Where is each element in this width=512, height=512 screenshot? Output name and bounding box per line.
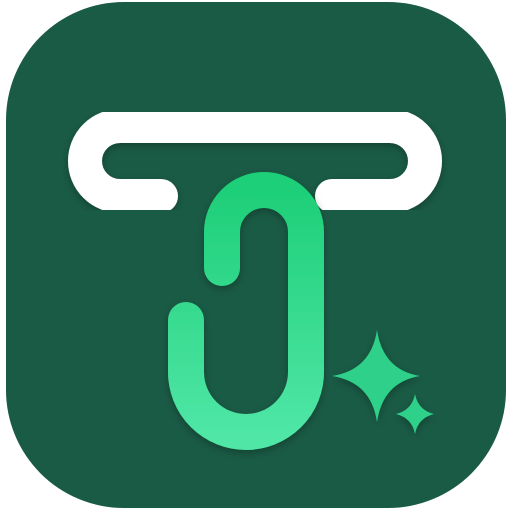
app-icon [0,0,512,512]
paperclip-sparkle-app-icon [6,2,506,508]
